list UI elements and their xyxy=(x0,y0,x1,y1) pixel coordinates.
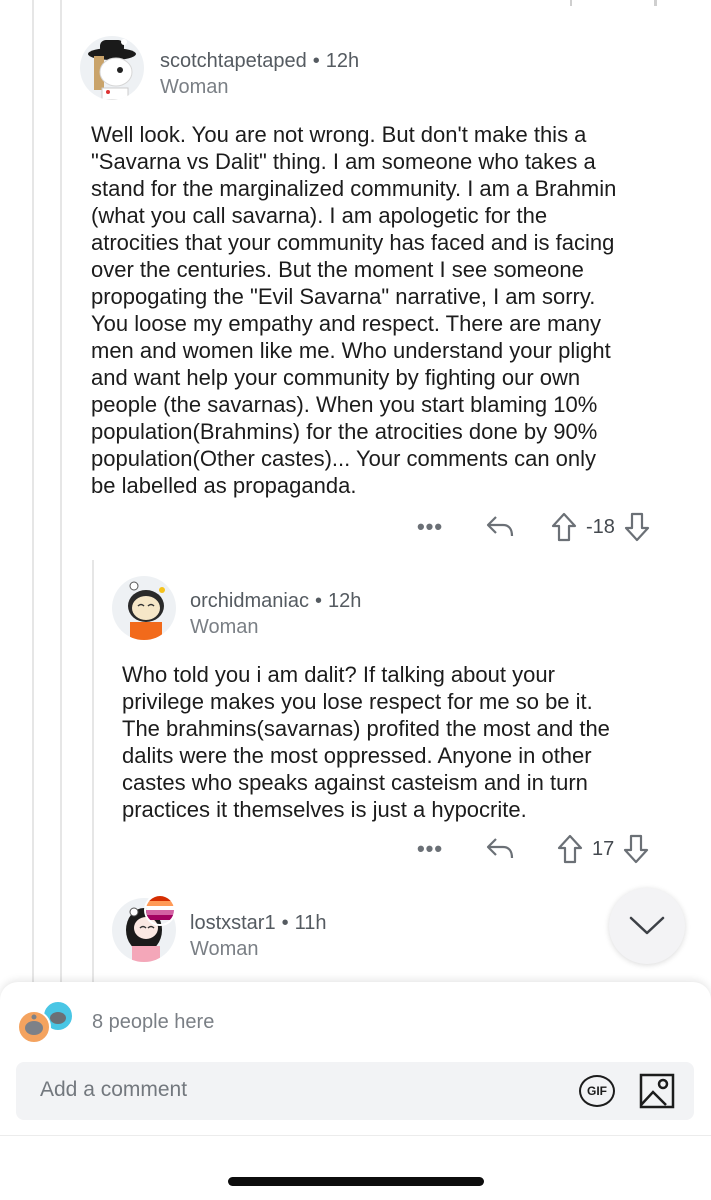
image-button[interactable] xyxy=(638,1072,676,1110)
comment-age: 12h xyxy=(325,50,360,72)
comment-line: (what you call savarna). I am apologetic… xyxy=(91,203,548,228)
avatar[interactable] xyxy=(112,576,176,640)
comment-line: practices it themselves is just a hypocr… xyxy=(122,797,527,822)
comment-body: Well look. You are not wrong. But don't … xyxy=(91,121,691,499)
comment-line: and want help your community by fighting… xyxy=(91,365,581,390)
comment-line: You loose my empathy and respect. There … xyxy=(91,311,601,336)
snoo-avatar-icon xyxy=(88,39,136,100)
comment-line: dalits were the most oppressed. Anyone i… xyxy=(122,743,592,768)
comment-age: 12h xyxy=(327,590,362,612)
comment-actions: ••• 17 xyxy=(412,833,654,865)
comment-line: "Savarna vs Dalit" thing. I am someone w… xyxy=(91,149,596,174)
image-icon xyxy=(639,1073,675,1109)
comment-age: 11h xyxy=(294,912,327,934)
bottom-divider xyxy=(0,1135,711,1136)
comment-meta: lostxstar1 • 11h xyxy=(190,912,327,935)
presence-count: 8 people here xyxy=(92,1011,215,1033)
username[interactable]: orchidmaniac xyxy=(190,590,309,612)
snoo-avatar-icon xyxy=(128,581,165,640)
downvote-icon[interactable] xyxy=(619,512,655,542)
comment-line: men and women like me. Who understand yo… xyxy=(91,338,611,363)
downvote-icon[interactable] xyxy=(618,834,654,864)
more-options-button[interactable]: ••• xyxy=(412,836,448,862)
user-flair: Woman xyxy=(190,938,259,960)
avatar[interactable] xyxy=(80,36,144,100)
upvote-icon[interactable] xyxy=(552,834,588,864)
thread-line[interactable] xyxy=(92,560,94,982)
comment-line: Who told you i am dalit? If talking abou… xyxy=(122,662,555,687)
username[interactable]: lostxstar1 xyxy=(190,912,276,934)
top-divider-stub xyxy=(570,0,572,6)
username[interactable]: scotchtapetaped xyxy=(160,50,307,72)
comment-line: The brahmins(savarnas) profited the most… xyxy=(122,716,610,741)
add-comment-input[interactable]: Add a comment GIF xyxy=(16,1062,694,1120)
vote-score: -18 xyxy=(586,515,615,538)
thread-line[interactable] xyxy=(60,0,62,982)
comment-line: people (the savarnas). When you start bl… xyxy=(91,392,598,417)
comment-placeholder: Add a comment xyxy=(40,1078,188,1101)
comment-line: privilege makes you lose respect for me … xyxy=(122,689,593,714)
comment-actions: ••• -18 xyxy=(412,511,655,543)
more-options-button[interactable]: ••• xyxy=(412,514,448,540)
gif-button[interactable]: GIF xyxy=(578,1074,616,1108)
comment-line: castes who speaks against casteism and i… xyxy=(122,770,588,795)
user-avatars-icon xyxy=(17,1000,74,1044)
presence-avatars xyxy=(16,998,80,1046)
user-flair: Woman xyxy=(190,616,259,638)
comment-meta: orchidmaniac • 12h xyxy=(190,590,361,613)
vote-score: 17 xyxy=(592,837,615,860)
comment-line: propogating the "Evil Savarna" narrative… xyxy=(91,284,596,309)
thread-line[interactable] xyxy=(32,0,34,982)
comment-meta: scotchtapetaped • 12h xyxy=(160,50,359,73)
comment-line: stand for the marginalized community. I … xyxy=(91,176,617,201)
separator-dot: • xyxy=(312,50,320,72)
upvote-icon[interactable] xyxy=(546,512,582,542)
user-flair: Woman xyxy=(160,76,229,98)
comment-line: atrocities that your community has faced… xyxy=(91,230,615,255)
comment-line: over the centuries. But the moment I see… xyxy=(91,257,584,282)
gif-icon: GIF xyxy=(579,1075,615,1107)
separator-dot: • xyxy=(314,590,322,612)
comment-line: population(Other castes)... Your comment… xyxy=(91,446,597,471)
reply-icon[interactable] xyxy=(480,514,520,540)
comment-line: population(Brahmins) for the atrocities … xyxy=(91,419,598,444)
separator-dot: • xyxy=(281,912,289,934)
chevron-down-icon xyxy=(629,916,665,935)
comment-body: Who told you i am dalit? If talking abou… xyxy=(122,661,692,823)
reply-icon[interactable] xyxy=(480,836,520,862)
pride-flag-badge xyxy=(144,894,176,926)
comment-line: be labelled as propaganda. xyxy=(91,473,357,498)
scroll-next-comment-button[interactable] xyxy=(609,888,685,964)
comment-line: Well look. You are not wrong. But don't … xyxy=(91,122,587,147)
home-indicator[interactable] xyxy=(228,1177,484,1186)
top-divider-stub xyxy=(654,0,657,6)
